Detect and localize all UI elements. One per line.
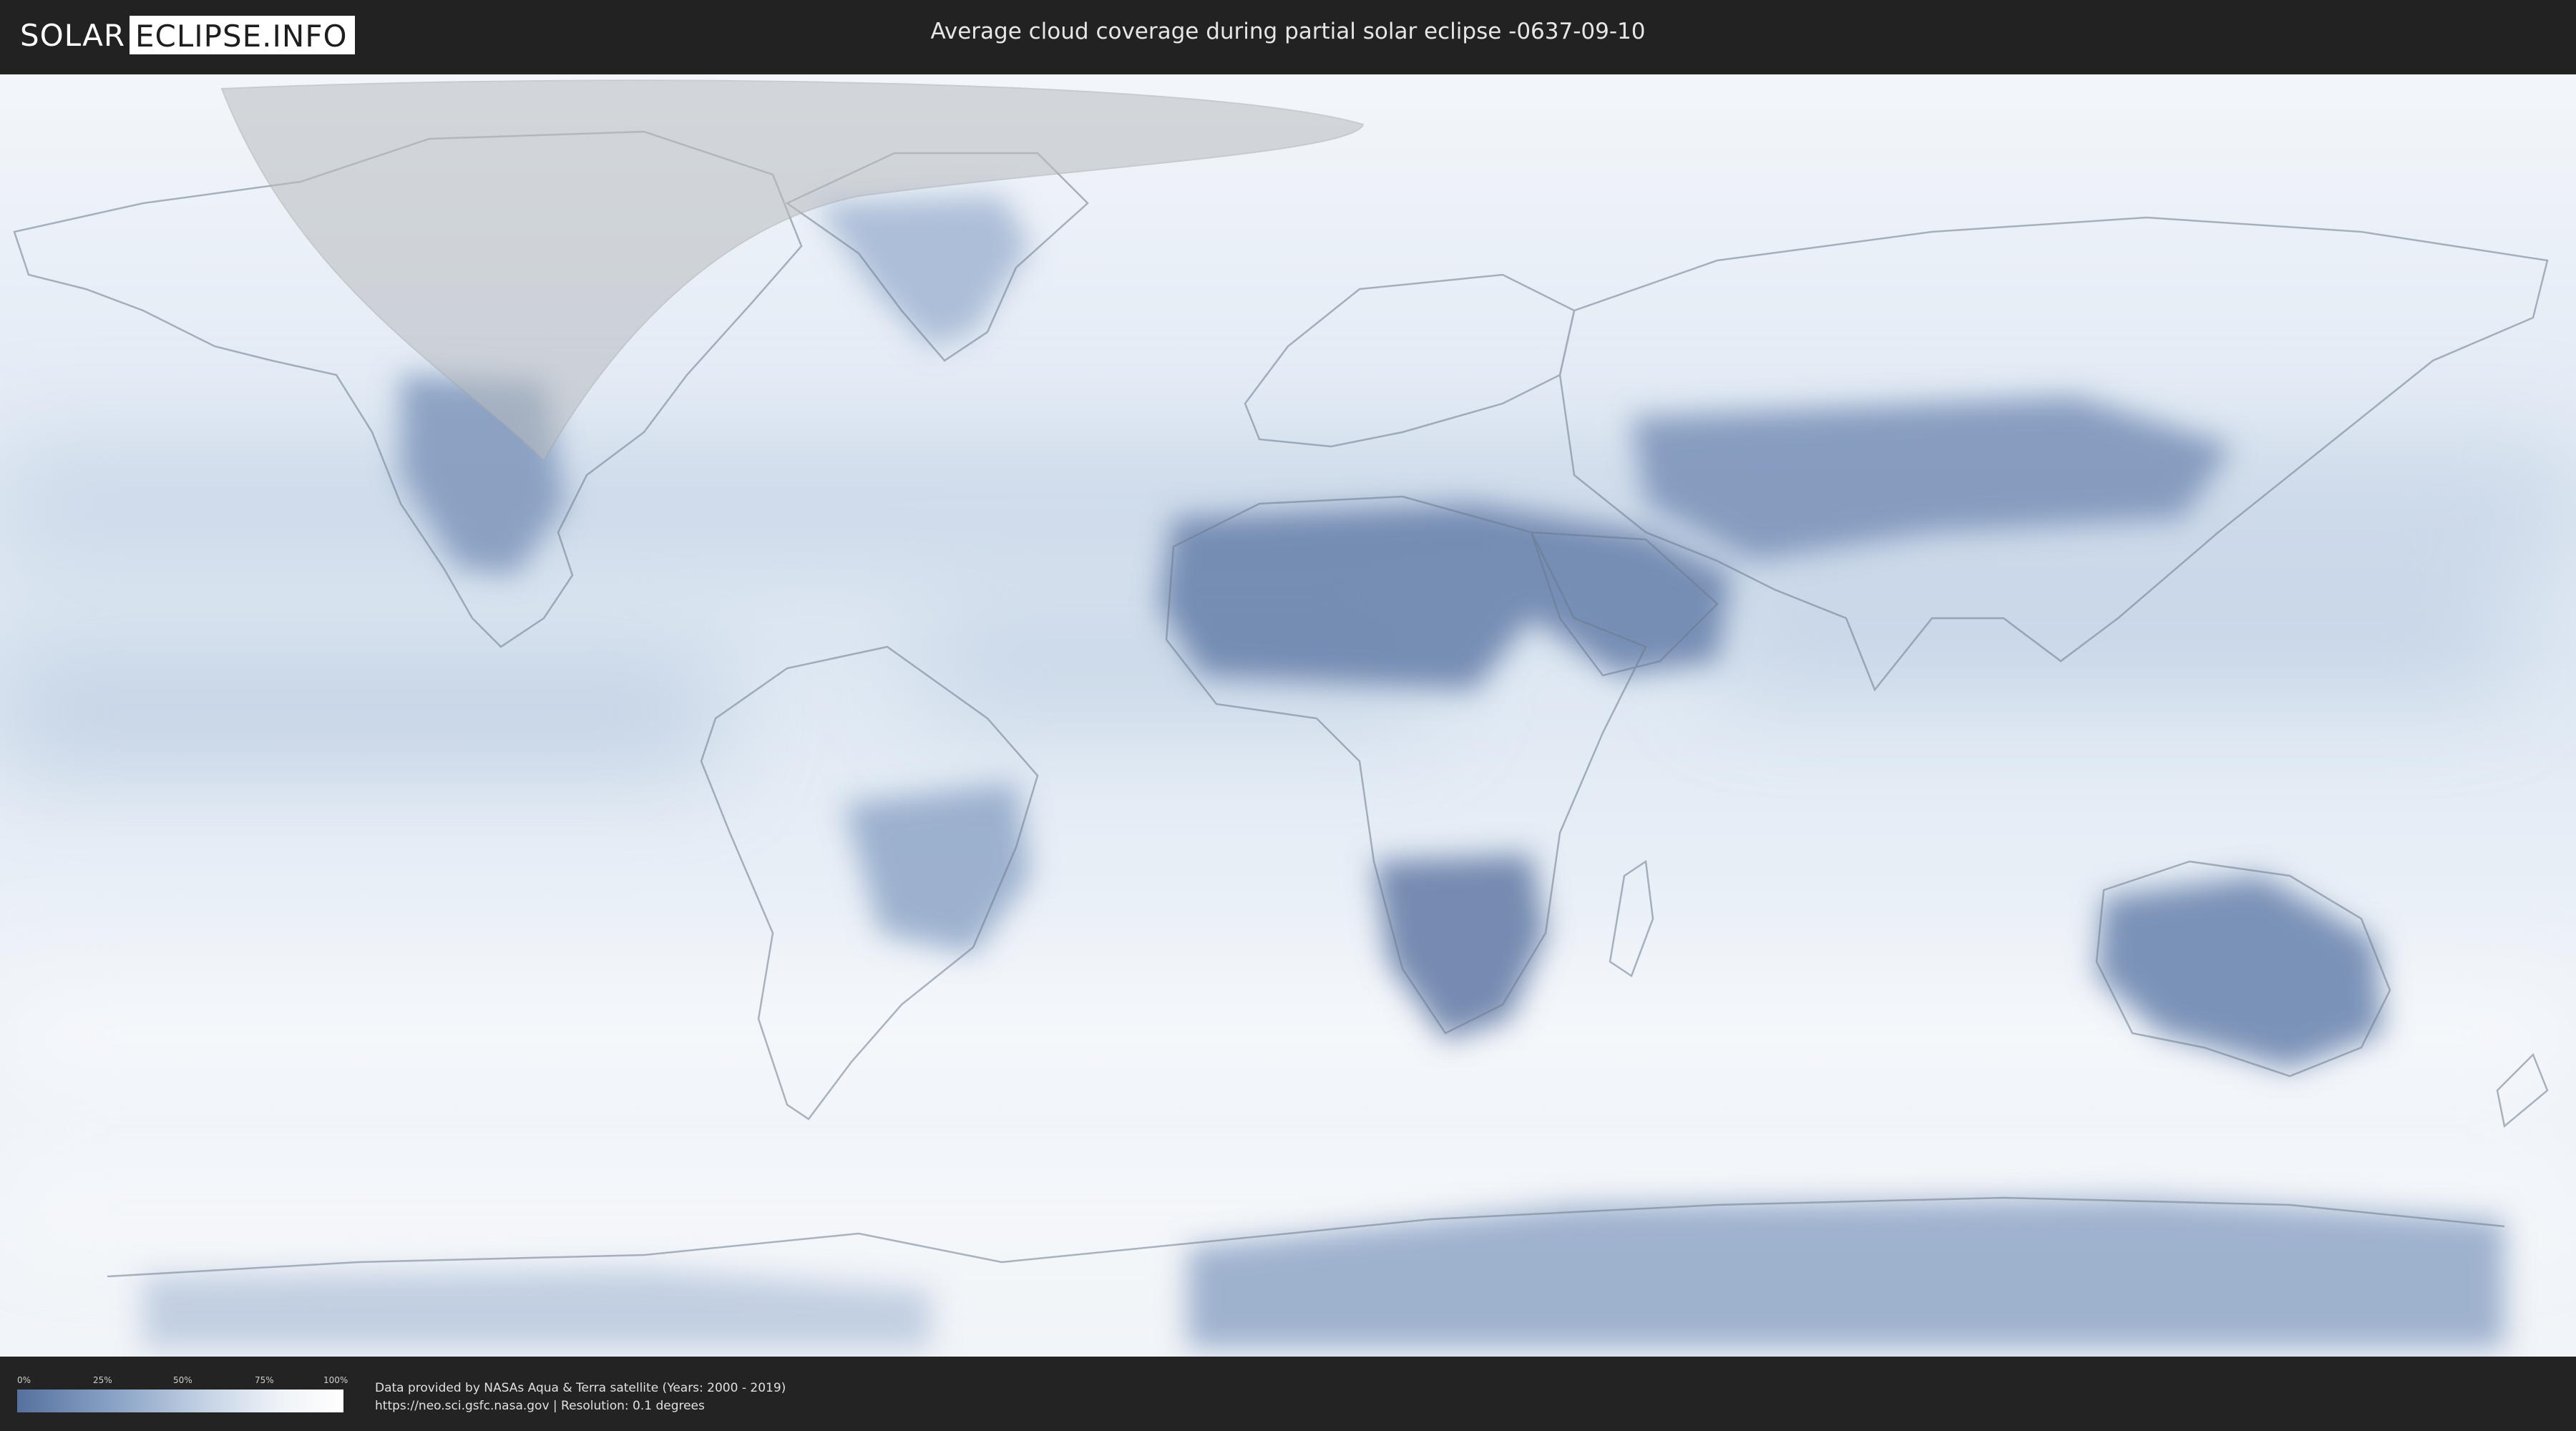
cloud-coverage-legend: 0% 25% 50% 75% 100% bbox=[17, 1375, 348, 1412]
footer-bar: 0% 25% 50% 75% 100% Data provided by NAS… bbox=[0, 1359, 2576, 1431]
legend-tick-75: 75% bbox=[255, 1375, 274, 1385]
data-credits: Data provided by NASAs Aqua & Terra sate… bbox=[375, 1379, 786, 1415]
legend-tick-50: 50% bbox=[173, 1375, 192, 1385]
world-map-svg bbox=[0, 74, 2576, 1357]
legend-tick-25: 25% bbox=[93, 1375, 112, 1385]
cloud-coverage-map bbox=[0, 74, 2576, 1357]
page-title: Average cloud coverage during partial so… bbox=[930, 19, 1646, 44]
credit-line-url: https://neo.sci.gsfc.nasa.gov | Resoluti… bbox=[375, 1399, 705, 1413]
legend-tick-100: 100% bbox=[323, 1375, 348, 1385]
legend-tick-0: 0% bbox=[17, 1375, 31, 1385]
credit-line-source: Data provided by NASAs Aqua & Terra sate… bbox=[375, 1381, 786, 1395]
header-bar: SOLAR ECLIPSE.INFO Average cloud coverag… bbox=[0, 0, 2576, 72]
legend-ticks: 0% 25% 50% 75% 100% bbox=[17, 1375, 348, 1387]
legend-color-bar bbox=[17, 1390, 343, 1412]
